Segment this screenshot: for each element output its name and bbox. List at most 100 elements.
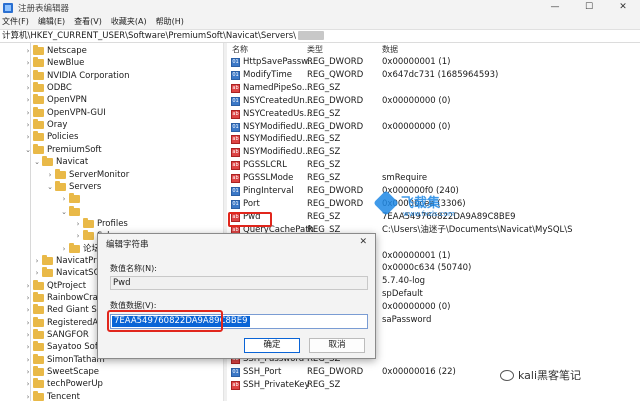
chevron-right-icon[interactable]: › xyxy=(24,70,32,82)
chevron-right-icon[interactable]: › xyxy=(24,82,32,94)
tree-item-label: Navicat xyxy=(56,157,89,168)
chevron-right-icon[interactable]: › xyxy=(24,119,32,131)
tree-item[interactable]: › SANGFOR xyxy=(24,329,89,341)
chevron-right-icon[interactable]: › xyxy=(24,131,32,143)
tree-item[interactable]: › Tencent xyxy=(24,390,80,401)
tree-item[interactable]: › RainbowCrac xyxy=(24,292,103,304)
tree-item[interactable]: › techPowerUp xyxy=(24,378,103,390)
menu-favorites[interactable]: 收藏夹(A) xyxy=(111,16,147,27)
column-header-type[interactable]: 类型 xyxy=(307,44,323,56)
value-row[interactable]: 01 NSYModifiedU... REG_DWORD 0x00000000 (0) xyxy=(227,121,640,134)
value-name-field: Pwd xyxy=(110,276,368,290)
tree-item[interactable]: › xyxy=(60,193,83,205)
chevron-right-icon[interactable]: › xyxy=(24,94,32,106)
chevron-right-icon[interactable]: › xyxy=(24,280,32,292)
tree-item[interactable]: › OpenVPN-GUI xyxy=(24,106,106,119)
value-name: HttpSavePassw... xyxy=(243,57,316,67)
tree-item[interactable]: › SimonTatham xyxy=(24,353,105,366)
chevron-right-icon[interactable]: › xyxy=(24,341,32,353)
value-row[interactable]: 01 ModifyTime REG_QWORD 0x647dc731 (1685964… xyxy=(227,69,640,82)
tree-item[interactable]: ⌄ Navicat xyxy=(33,156,88,168)
tree-item[interactable]: › QtProject xyxy=(24,279,86,292)
title-bar: 注册表编辑器 — ☐ ✕ xyxy=(0,0,640,15)
menu-file[interactable]: 文件(F) xyxy=(2,16,29,27)
chevron-right-icon[interactable]: › xyxy=(74,230,82,242)
tree-item[interactable]: ⌄ xyxy=(60,205,83,218)
chevron-right-icon[interactable]: › xyxy=(24,292,32,304)
chevron-right-icon[interactable]: › xyxy=(24,391,32,401)
chevron-right-icon[interactable]: › xyxy=(24,329,32,341)
tree-item[interactable]: ⌄ PremiumSoft xyxy=(24,143,102,156)
value-type: REG_SZ xyxy=(307,160,341,171)
value-row[interactable]: ab NSYModifiedU... REG_SZ xyxy=(227,146,640,159)
close-button[interactable]: ✕ xyxy=(606,0,640,15)
address-bar[interactable]: 计算机\HKEY_CURRENT_USER\Software\PremiumSo… xyxy=(0,29,640,43)
chevron-right-icon[interactable]: › xyxy=(46,169,54,181)
tree-item[interactable]: › Policies xyxy=(24,131,78,143)
menu-view[interactable]: 查看(V) xyxy=(74,16,102,27)
chevron-right-icon[interactable]: › xyxy=(33,267,41,279)
maximize-button[interactable]: ☐ xyxy=(572,0,606,15)
chevron-right-icon[interactable]: › xyxy=(74,218,82,230)
chevron-right-icon[interactable]: › xyxy=(24,317,32,329)
tree-item[interactable]: › Oray xyxy=(24,119,67,131)
tree-item[interactable]: › ServerMonitor xyxy=(46,168,129,181)
tree-item[interactable]: › SweetScape xyxy=(24,366,99,378)
column-header-data[interactable]: 数据 xyxy=(382,44,398,56)
folder-icon xyxy=(42,267,53,278)
chevron-right-icon[interactable]: › xyxy=(24,45,32,57)
chevron-right-icon[interactable]: › xyxy=(24,378,32,390)
value-row[interactable]: ab PGSSLMode REG_SZ smRequire xyxy=(227,172,640,185)
cancel-button[interactable]: 取消 xyxy=(309,338,365,353)
tree-item[interactable]: ⌄ Servers xyxy=(46,180,102,193)
chevron-right-icon[interactable]: › xyxy=(24,57,32,69)
tree-item[interactable]: › 论坛 xyxy=(60,242,100,255)
string-value-icon: ab xyxy=(231,109,240,119)
menu-help[interactable]: 帮助(H) xyxy=(156,16,184,27)
folder-icon xyxy=(33,292,44,302)
tree-item[interactable]: › NewBlue xyxy=(24,57,84,69)
tree-item[interactable]: › ODBC xyxy=(24,82,72,94)
edit-string-dialog: 编辑字符串 ✕ 数值名称(N): Pwd 数值数据(V): 7EAA549760… xyxy=(97,233,376,359)
value-row[interactable]: ab NSYCreatedUs... REG_SZ xyxy=(227,108,640,121)
binary-value-icon: 01 xyxy=(231,367,240,377)
chevron-right-icon[interactable]: › xyxy=(33,255,41,267)
minimize-button[interactable]: — xyxy=(538,0,572,15)
value-row[interactable]: ab NSYModifiedU... REG_SZ xyxy=(227,133,640,146)
tree-item[interactable]: › Red Giant So xyxy=(24,304,102,316)
tree-item[interactable]: › NVIDIA Corporation xyxy=(24,69,129,82)
chevron-right-icon[interactable]: › xyxy=(24,366,32,378)
chevron-right-icon[interactable]: › xyxy=(24,354,32,366)
chevron-right-icon[interactable]: › xyxy=(60,193,68,205)
tree-item-label: Profiles xyxy=(97,218,128,229)
chevron-right-icon[interactable]: › xyxy=(24,107,32,119)
folder-icon xyxy=(69,205,80,216)
value-type: REG_SZ xyxy=(307,173,341,184)
chevron-down-icon[interactable]: ⌄ xyxy=(33,156,41,168)
value-row[interactable]: 01 NSYCreatedUn... REG_DWORD 0x00000000 (0) xyxy=(227,95,640,108)
value-row[interactable]: 01 HttpSavePassw... REG_DWORD 0x00000001 (1… xyxy=(227,56,640,69)
value-row[interactable]: ab PGSSLCRL REG_SZ xyxy=(227,159,640,172)
chevron-down-icon[interactable]: ⌄ xyxy=(60,206,68,218)
string-value-icon: ab xyxy=(231,380,240,390)
value-row[interactable]: ab NamedPipeSo... REG_SZ xyxy=(227,82,640,95)
tree-item[interactable]: › Sayatoo Softv xyxy=(24,341,106,353)
chevron-right-icon[interactable]: › xyxy=(60,243,68,255)
tree-item[interactable]: › OpenVPN xyxy=(24,94,87,106)
folder-icon xyxy=(33,143,44,154)
column-header-name[interactable]: 名称 xyxy=(232,44,248,56)
tree-item[interactable]: › NavicatSQL xyxy=(33,267,105,279)
menu-edit[interactable]: 编辑(E) xyxy=(38,16,65,27)
chevron-right-icon[interactable]: › xyxy=(24,304,32,316)
tree-item[interactable]: › NavicatPre xyxy=(33,254,102,267)
registry-app-icon xyxy=(3,2,13,13)
tree-item-label: Servers xyxy=(69,181,102,192)
dialog-close-button[interactable]: ✕ xyxy=(359,237,367,247)
chevron-down-icon[interactable]: ⌄ xyxy=(24,144,32,156)
ok-button[interactable]: 确定 xyxy=(244,338,300,353)
tree-item[interactable]: › RegisteredAp xyxy=(24,316,104,329)
tree-item[interactable]: › Profiles xyxy=(74,217,128,230)
chevron-down-icon[interactable]: ⌄ xyxy=(46,181,54,193)
value-data: saPassword xyxy=(382,315,432,325)
tree-item[interactable]: › Netscape xyxy=(24,45,87,57)
